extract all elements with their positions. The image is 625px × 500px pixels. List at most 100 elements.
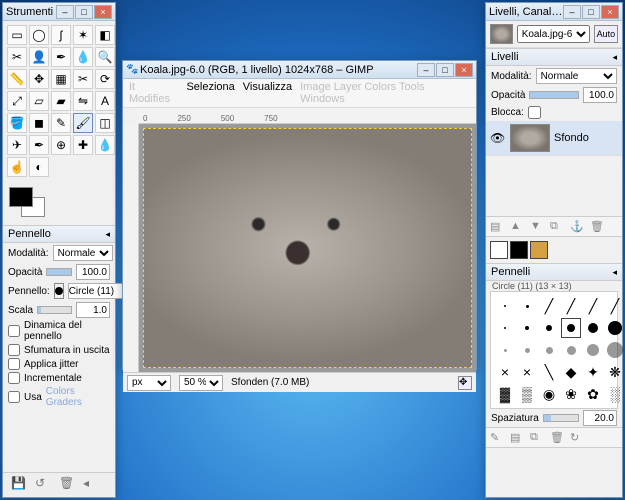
swatch-white[interactable] — [490, 241, 508, 259]
maximize-button[interactable]: □ — [75, 5, 93, 19]
close-button[interactable]: × — [94, 5, 112, 19]
opacity-slider[interactable] — [46, 268, 72, 276]
scale-slider[interactable] — [37, 306, 72, 314]
foreground-color[interactable] — [9, 187, 33, 207]
fg-bg-colors[interactable] — [7, 185, 51, 221]
tool-blur[interactable]: 💧 — [95, 135, 115, 155]
brush-item[interactable]: ╱ — [561, 296, 581, 316]
delete-icon[interactable]: 🗑 — [59, 476, 75, 492]
brush-item[interactable] — [583, 340, 603, 360]
brush-item[interactable]: ◆ — [561, 362, 581, 382]
scale-value[interactable] — [76, 302, 110, 318]
swatch-tan[interactable] — [530, 241, 548, 259]
minimize-button[interactable]: – — [563, 5, 581, 19]
brush-item[interactable] — [517, 318, 537, 338]
chk-use-gradient[interactable] — [8, 391, 20, 403]
tool-scissors[interactable]: ✂ — [7, 47, 27, 67]
raise-layer-icon[interactable]: ▲ — [510, 220, 524, 233]
lock-alpha-checkbox[interactable] — [528, 106, 541, 119]
tool-shear[interactable]: ▱ — [29, 91, 49, 111]
spacing-slider[interactable] — [543, 414, 579, 422]
tool-move[interactable]: ✥ — [29, 69, 49, 89]
brush-item[interactable] — [561, 340, 581, 360]
brush-item[interactable]: ❀ — [561, 384, 581, 404]
brush-options-header[interactable]: Pennello ◂ — [3, 225, 115, 243]
brush-item[interactable] — [495, 296, 515, 316]
new-brush-icon[interactable]: ▤ — [510, 431, 524, 444]
maximize-button[interactable]: □ — [582, 5, 600, 19]
refresh-brush-icon[interactable]: ↻ — [570, 431, 584, 444]
save-icon[interactable]: 💾 — [11, 476, 27, 492]
tool-flip[interactable]: ⇋ — [73, 91, 93, 111]
navigation-icon[interactable]: ✥ — [458, 376, 472, 390]
tool-blend[interactable]: ◼ — [29, 113, 49, 133]
brush-item-selected[interactable] — [561, 318, 581, 338]
tool-paintbrush[interactable]: 🖌 — [73, 113, 93, 133]
tool-fuzzy-select[interactable]: ✶ — [73, 25, 93, 45]
chk-incremental[interactable] — [8, 372, 20, 384]
zoom-select[interactable]: 50 % — [179, 375, 223, 391]
image-titlebar[interactable]: 🐾 Koala.jpg-6.0 (RGB, 1 livello) 1024x76… — [123, 61, 476, 79]
brush-item[interactable]: ❋ — [605, 362, 625, 382]
spacing-value[interactable] — [583, 410, 617, 426]
tool-dodge[interactable]: ◐ — [29, 157, 49, 177]
layer-opacity-value[interactable] — [583, 87, 617, 103]
brush-item[interactable]: × — [495, 362, 515, 382]
canvas-area[interactable] — [139, 124, 476, 372]
tool-scale[interactable]: ⤢ — [7, 91, 27, 111]
pennelli-header[interactable]: Pennelli ◂ — [486, 263, 622, 281]
auto-button[interactable]: Auto — [594, 25, 618, 43]
toolbox-titlebar[interactable]: Strumenti – □ × — [3, 3, 115, 21]
livelli-header[interactable]: Livelli ◂ — [486, 48, 622, 66]
tool-airbrush[interactable]: ✈ — [7, 135, 27, 155]
unit-select[interactable]: px — [127, 375, 171, 391]
tool-eraser[interactable]: ◫ — [95, 113, 115, 133]
tool-crop[interactable]: ✂ — [73, 69, 93, 89]
tool-align[interactable]: ▦ — [51, 69, 71, 89]
duplicate-brush-icon[interactable]: ⧉ — [530, 431, 544, 444]
close-button[interactable]: × — [455, 63, 473, 77]
image-thumb[interactable] — [490, 24, 513, 44]
tool-ink[interactable]: ✒ — [29, 135, 49, 155]
tool-by-color[interactable]: ◧ — [95, 25, 115, 45]
delete-layer-icon[interactable]: 🗑 — [590, 220, 604, 233]
swatch-black[interactable] — [510, 241, 528, 259]
brush-item[interactable]: ◉ — [539, 384, 559, 404]
tool-paths[interactable]: ✒ — [51, 47, 71, 67]
minimize-button[interactable]: – — [417, 63, 435, 77]
maximize-button[interactable]: □ — [436, 63, 454, 77]
brush-item[interactable]: ▓ — [495, 384, 515, 404]
menu-visualizza[interactable]: Visualizza — [243, 81, 292, 105]
layer-row[interactable]: 👁 Sfondo — [486, 121, 622, 156]
tool-free-select[interactable]: ʃ — [51, 25, 71, 45]
brush-item[interactable]: ╱ — [539, 296, 559, 316]
brush-item[interactable] — [583, 318, 603, 338]
revert-icon[interactable]: ↺ — [35, 476, 51, 492]
brush-item[interactable] — [605, 340, 625, 360]
delete-brush-icon[interactable]: 🗑 — [550, 431, 564, 444]
brush-item[interactable] — [495, 318, 515, 338]
minimize-button[interactable]: – — [56, 5, 74, 19]
new-layer-icon[interactable]: ▤ — [490, 220, 504, 233]
tool-text[interactable]: A — [95, 91, 115, 111]
brush-item[interactable] — [517, 340, 537, 360]
brush-item[interactable]: ✿ — [583, 384, 603, 404]
layers-titlebar[interactable]: Livelli, Canali, Tracciati, Annulla - P.… — [486, 3, 622, 21]
tool-measure[interactable]: 📏 — [7, 69, 27, 89]
layer-opacity-slider[interactable] — [529, 91, 579, 99]
close-button[interactable]: × — [601, 5, 619, 19]
tool-heal[interactable]: ✚ — [73, 135, 93, 155]
brush-item[interactable]: ✦ — [583, 362, 603, 382]
tool-clone[interactable]: ⊕ — [51, 135, 71, 155]
brush-item[interactable]: ░ — [605, 384, 625, 404]
brush-item[interactable]: ╱ — [605, 296, 625, 316]
brush-item[interactable] — [495, 340, 515, 360]
visibility-icon[interactable]: 👁 — [490, 131, 506, 145]
reset-icon[interactable]: ◂ — [83, 476, 99, 492]
layer-mode-select[interactable]: Normale — [536, 68, 617, 84]
duplicate-layer-icon[interactable]: ⧉ — [550, 220, 564, 233]
tool-bucket[interactable]: 🪣 — [7, 113, 27, 133]
brush-preview-icon[interactable] — [54, 283, 64, 299]
tool-color-picker[interactable]: 💧 — [73, 47, 93, 67]
image-select[interactable]: Koala.jpg-6 — [517, 25, 590, 43]
